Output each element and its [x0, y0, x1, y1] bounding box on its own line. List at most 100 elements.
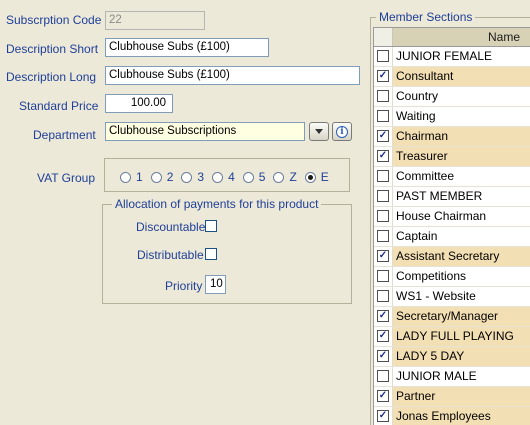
table-row[interactable]: Captain	[374, 227, 530, 247]
vat-option-label: 1	[136, 170, 143, 184]
vat-option-z[interactable]: Z	[273, 170, 297, 184]
row-name: Assistant Secretary	[393, 247, 530, 266]
row-check-cell	[374, 87, 393, 106]
table-row[interactable]: JUNIOR FEMALE	[374, 47, 530, 67]
row-name: Consultant	[393, 67, 530, 86]
row-checkbox[interactable]: ✓	[377, 330, 389, 342]
radio-button[interactable]	[120, 171, 131, 183]
row-name: Country	[396, 89, 439, 103]
table-row[interactable]: ✓ Chairman	[374, 127, 530, 147]
row-check-cell	[374, 107, 393, 126]
vat-option-label: 3	[197, 170, 205, 184]
name-column-header[interactable]: Name	[393, 28, 530, 46]
table-row[interactable]: House Chairman	[374, 207, 530, 227]
chevron-down-icon	[315, 129, 323, 134]
discountable-label: Discountable	[136, 220, 206, 234]
row-checkbox[interactable]	[377, 210, 389, 222]
row-check-cell: ✓	[374, 307, 393, 326]
table-row[interactable]: Committee	[374, 167, 530, 187]
priority-label: Priority	[165, 279, 203, 293]
department-info-button[interactable]: i	[332, 122, 352, 141]
vat-option-2[interactable]: 2	[150, 170, 173, 184]
description-long-field[interactable]: Clubhouse Subs (£100)	[105, 66, 360, 85]
row-check-cell	[374, 227, 393, 246]
row-checkbox[interactable]: ✓	[377, 410, 389, 422]
description-short-field[interactable]: Clubhouse Subs (£100)	[105, 38, 269, 57]
table-row[interactable]: ✓ Treasurer	[374, 147, 530, 167]
row-checkbox[interactable]	[377, 270, 389, 282]
table-row[interactable]: ✓ Consultant	[374, 67, 530, 87]
row-checkbox[interactable]: ✓	[377, 130, 389, 142]
radio-button[interactable]	[273, 171, 285, 183]
vat-option-label: Z	[289, 170, 297, 184]
distributable-checkbox[interactable]	[205, 248, 217, 260]
row-checkbox[interactable]	[377, 230, 389, 242]
row-name: Chairman	[393, 127, 530, 146]
row-check-cell	[374, 167, 393, 186]
table-row[interactable]: ✓ Jonas Employees	[374, 407, 530, 425]
row-checkbox[interactable]: ✓	[377, 70, 389, 82]
row-checkbox[interactable]	[377, 170, 389, 182]
row-checkbox[interactable]: ✓	[377, 350, 389, 362]
grid-header: Name	[374, 28, 530, 47]
table-row[interactable]: ✓ Partner	[374, 387, 530, 407]
table-row[interactable]: Waiting	[374, 107, 530, 127]
vat-group-label: VAT Group	[37, 171, 96, 185]
vat-option-5[interactable]: 5	[242, 170, 265, 184]
row-check-cell	[374, 287, 393, 306]
row-checkbox[interactable]	[377, 90, 389, 102]
vat-option-e[interactable]: E	[304, 170, 329, 184]
row-checkbox[interactable]	[377, 370, 389, 382]
department-select[interactable]: Clubhouse Subscriptions	[105, 122, 305, 141]
row-check-cell: ✓	[374, 247, 393, 266]
table-row[interactable]: WS1 - Website	[374, 287, 530, 307]
row-check-cell	[374, 187, 393, 206]
vat-group-radios: 1 2 3 4 5 Z E	[120, 170, 337, 184]
row-name: Captain	[396, 229, 438, 243]
standard-price-field[interactable]: 100.00	[105, 94, 173, 113]
row-check-cell	[374, 47, 393, 66]
row-checkbox[interactable]: ✓	[377, 150, 389, 162]
row-check-cell: ✓	[374, 67, 393, 86]
vat-option-label: E	[320, 170, 329, 184]
discountable-checkbox[interactable]	[205, 220, 217, 232]
row-check-cell: ✓	[374, 387, 393, 406]
row-name: JUNIOR MALE	[396, 369, 477, 383]
row-checkbox[interactable]: ✓	[377, 390, 389, 402]
radio-button[interactable]	[242, 171, 254, 183]
table-row[interactable]: Country	[374, 87, 530, 107]
subscription-code-label: Subscrption Code	[6, 13, 102, 27]
row-checkbox[interactable]	[377, 110, 389, 122]
table-row[interactable]: PAST MEMBER	[374, 187, 530, 207]
row-check-cell	[374, 207, 393, 226]
radio-button[interactable]	[304, 171, 316, 183]
table-row[interactable]: ✓ Secretary/Manager	[374, 307, 530, 327]
vat-option-4[interactable]: 4	[212, 170, 235, 184]
standard-price-label: Standard Price	[19, 99, 99, 113]
table-row[interactable]: ✓ LADY 5 DAY	[374, 347, 530, 367]
row-checkbox[interactable]	[377, 290, 389, 302]
radio-button[interactable]	[212, 171, 224, 183]
row-check-cell: ✓	[374, 407, 393, 425]
table-row[interactable]: Competitions	[374, 267, 530, 287]
vat-option-3[interactable]: 3	[181, 170, 204, 184]
table-row[interactable]: ✓ LADY FULL PLAYING	[374, 327, 530, 347]
row-name: LADY FULL PLAYING	[393, 327, 530, 346]
row-checkbox[interactable]	[377, 50, 389, 62]
department-dropdown-button[interactable]	[309, 122, 329, 141]
row-checkbox[interactable]: ✓	[377, 310, 389, 322]
radio-button[interactable]	[150, 171, 162, 183]
table-row[interactable]: ✓ Assistant Secretary	[374, 247, 530, 267]
department-label: Department	[33, 128, 96, 142]
vat-option-1[interactable]: 1	[120, 170, 143, 184]
priority-field[interactable]: 10	[205, 275, 226, 294]
row-checkbox[interactable]: ✓	[377, 250, 389, 262]
table-row[interactable]: JUNIOR MALE	[374, 367, 530, 387]
radio-button[interactable]	[181, 171, 193, 183]
row-check-cell: ✓	[374, 347, 393, 366]
row-checkbox[interactable]	[377, 190, 389, 202]
grid-rows: JUNIOR FEMALE ✓ Consultant Country Waiting ✓ C…	[374, 47, 530, 425]
description-short-label: Description Short	[6, 42, 99, 56]
row-name: Waiting	[396, 109, 436, 123]
subscription-code-field: 22	[105, 11, 205, 30]
